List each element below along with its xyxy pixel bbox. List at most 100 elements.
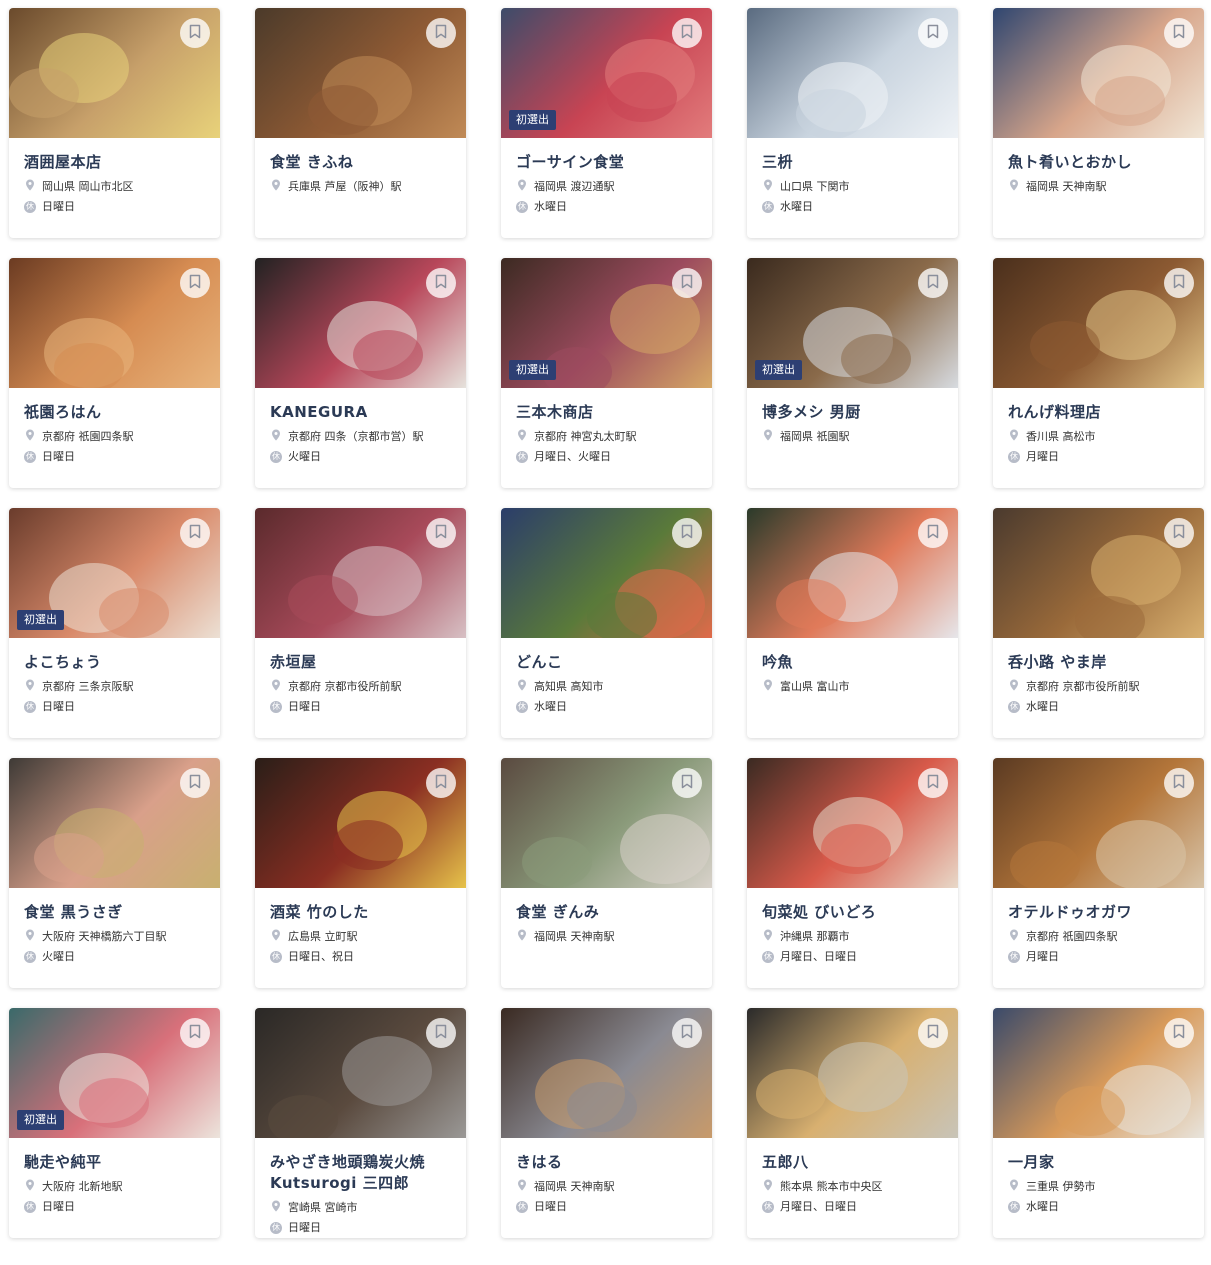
food-photo[interactable] — [747, 1008, 958, 1138]
bookmark-button[interactable] — [426, 518, 456, 548]
food-photo[interactable] — [255, 758, 466, 888]
food-photo[interactable] — [9, 258, 220, 388]
bookmark-button[interactable] — [672, 768, 702, 798]
restaurant-name[interactable]: どんこ — [516, 652, 697, 673]
food-photo[interactable] — [9, 8, 220, 138]
bookmark-button[interactable] — [672, 1018, 702, 1048]
restaurant-name[interactable]: オテルドゥオガワ — [1008, 902, 1189, 923]
food-photo[interactable] — [993, 8, 1204, 138]
bookmark-button[interactable] — [180, 18, 210, 48]
restaurant-name[interactable]: 一月家 — [1008, 1152, 1189, 1173]
restaurant-card[interactable]: 三枡 山口県 下関市休水曜日 — [747, 8, 958, 238]
food-photo[interactable] — [993, 508, 1204, 638]
restaurant-name[interactable]: 食堂 きふね — [270, 152, 451, 173]
food-photo[interactable]: 初選出 — [9, 1008, 220, 1138]
restaurant-name[interactable]: 馳走や純平 — [24, 1152, 205, 1173]
restaurant-card[interactable]: 食堂 ぎんみ 福岡県 天神南駅 — [501, 758, 712, 988]
restaurant-name[interactable]: 酒菜 竹のした — [270, 902, 451, 923]
restaurant-name[interactable]: 三本木商店 — [516, 402, 697, 423]
restaurant-card[interactable]: みやざき地頭鶏炭火焼 Kutsurogi 三四郎 宮崎県 宮崎市休日曜日 — [255, 1008, 466, 1238]
bookmark-button[interactable] — [180, 518, 210, 548]
restaurant-card[interactable]: 祇園ろはん 京都府 祇園四条駅休日曜日 — [9, 258, 220, 488]
food-photo[interactable]: 初選出 — [9, 508, 220, 638]
restaurant-card[interactable]: 食堂 きふね 兵庫県 芦屋（阪神）駅 — [255, 8, 466, 238]
restaurant-card[interactable]: 初選出 馳走や純平 大阪府 北新地駅休日曜日 — [9, 1008, 220, 1238]
food-photo[interactable] — [255, 508, 466, 638]
restaurant-card[interactable]: 食堂 黒うさぎ 大阪府 天神橋筋六丁目駅休火曜日 — [9, 758, 220, 988]
bookmark-button[interactable] — [426, 768, 456, 798]
food-photo[interactable] — [747, 8, 958, 138]
bookmark-button[interactable] — [918, 268, 948, 298]
restaurant-card[interactable]: KANEGURA 京都府 四条（京都市営）駅休火曜日 — [255, 258, 466, 488]
restaurant-name[interactable]: 祇園ろはん — [24, 402, 205, 423]
food-photo[interactable] — [501, 758, 712, 888]
restaurant-card[interactable]: 一月家 三重県 伊勢市休水曜日 — [993, 1008, 1204, 1238]
bookmark-button[interactable] — [918, 1018, 948, 1048]
restaurant-name[interactable]: 食堂 ぎんみ — [516, 902, 697, 923]
food-photo[interactable] — [255, 258, 466, 388]
food-photo[interactable] — [747, 508, 958, 638]
restaurant-card[interactable]: 初選出 三本木商店 京都府 神宮丸太町駅休月曜日、火曜日 — [501, 258, 712, 488]
restaurant-card[interactable]: 初選出 ゴーサイン食堂 福岡県 渡辺通駅休水曜日 — [501, 8, 712, 238]
restaurant-name[interactable]: 食堂 黒うさぎ — [24, 902, 205, 923]
bookmark-button[interactable] — [1164, 268, 1194, 298]
restaurant-card[interactable]: きはる 福岡県 天神南駅休日曜日 — [501, 1008, 712, 1238]
restaurant-card[interactable]: 吟魚 富山県 富山市 — [747, 508, 958, 738]
restaurant-card[interactable]: オテルドゥオガワ 京都府 祇園四条駅休月曜日 — [993, 758, 1204, 988]
restaurant-name[interactable]: 三枡 — [762, 152, 943, 173]
restaurant-card[interactable]: 魚ト肴いとおかし 福岡県 天神南駅 — [993, 8, 1204, 238]
restaurant-name[interactable]: きはる — [516, 1152, 697, 1173]
restaurant-name[interactable]: ゴーサイン食堂 — [516, 152, 697, 173]
restaurant-card[interactable]: 初選出 よこちょう 京都府 三条京阪駅休日曜日 — [9, 508, 220, 738]
bookmark-button[interactable] — [918, 18, 948, 48]
food-photo[interactable] — [993, 258, 1204, 388]
bookmark-button[interactable] — [426, 1018, 456, 1048]
restaurant-card[interactable]: 赤垣屋 京都府 京都市役所前駅休日曜日 — [255, 508, 466, 738]
bookmark-button[interactable] — [918, 768, 948, 798]
food-photo[interactable] — [255, 8, 466, 138]
restaurant-name[interactable]: 赤垣屋 — [270, 652, 451, 673]
food-photo[interactable] — [9, 758, 220, 888]
bookmark-button[interactable] — [426, 18, 456, 48]
bookmark-button[interactable] — [180, 1018, 210, 1048]
bookmark-button[interactable] — [672, 518, 702, 548]
restaurant-name[interactable]: 博多メシ 男厨 — [762, 402, 943, 423]
restaurant-card[interactable]: 初選出 博多メシ 男厨 福岡県 祇園駅 — [747, 258, 958, 488]
bookmark-button[interactable] — [180, 268, 210, 298]
restaurant-card[interactable]: 五郎八 熊本県 熊本市中央区休月曜日、日曜日 — [747, 1008, 958, 1238]
food-photo[interactable] — [501, 1008, 712, 1138]
bookmark-button[interactable] — [180, 768, 210, 798]
bookmark-button[interactable] — [1164, 768, 1194, 798]
food-photo[interactable]: 初選出 — [501, 258, 712, 388]
restaurant-card[interactable]: どんこ 高知県 高知市休水曜日 — [501, 508, 712, 738]
food-photo[interactable] — [747, 758, 958, 888]
restaurant-name[interactable]: 酒囲屋本店 — [24, 152, 205, 173]
bookmark-button[interactable] — [426, 268, 456, 298]
restaurant-card[interactable]: 呑小路 やま岸 京都府 京都市役所前駅休水曜日 — [993, 508, 1204, 738]
food-photo[interactable]: 初選出 — [501, 8, 712, 138]
restaurant-name[interactable]: 旬菜処 びいどろ — [762, 902, 943, 923]
restaurant-name[interactable]: れんげ料理店 — [1008, 402, 1189, 423]
bookmark-button[interactable] — [1164, 518, 1194, 548]
restaurant-card[interactable]: 旬菜処 びいどろ 沖縄県 那覇市休月曜日、日曜日 — [747, 758, 958, 988]
restaurant-name[interactable]: よこちょう — [24, 652, 205, 673]
bookmark-button[interactable] — [1164, 1018, 1194, 1048]
restaurant-card[interactable]: 酒囲屋本店 岡山県 岡山市北区休日曜日 — [9, 8, 220, 238]
food-photo[interactable] — [993, 1008, 1204, 1138]
restaurant-card[interactable]: れんげ料理店 香川県 高松市休月曜日 — [993, 258, 1204, 488]
food-photo[interactable] — [255, 1008, 466, 1138]
bookmark-button[interactable] — [918, 518, 948, 548]
restaurant-name[interactable]: 吟魚 — [762, 652, 943, 673]
restaurant-name[interactable]: 呑小路 やま岸 — [1008, 652, 1189, 673]
restaurant-card[interactable]: 酒菜 竹のした 広島県 立町駅休日曜日、祝日 — [255, 758, 466, 988]
restaurant-name[interactable]: 五郎八 — [762, 1152, 943, 1173]
bookmark-button[interactable] — [1164, 18, 1194, 48]
bookmark-button[interactable] — [672, 268, 702, 298]
bookmark-button[interactable] — [672, 18, 702, 48]
food-photo[interactable]: 初選出 — [747, 258, 958, 388]
restaurant-name[interactable]: 魚ト肴いとおかし — [1008, 152, 1189, 173]
restaurant-name[interactable]: KANEGURA — [270, 402, 451, 423]
food-photo[interactable] — [993, 758, 1204, 888]
restaurant-name[interactable]: みやざき地頭鶏炭火焼 Kutsurogi 三四郎 — [270, 1152, 451, 1194]
food-photo[interactable] — [501, 508, 712, 638]
